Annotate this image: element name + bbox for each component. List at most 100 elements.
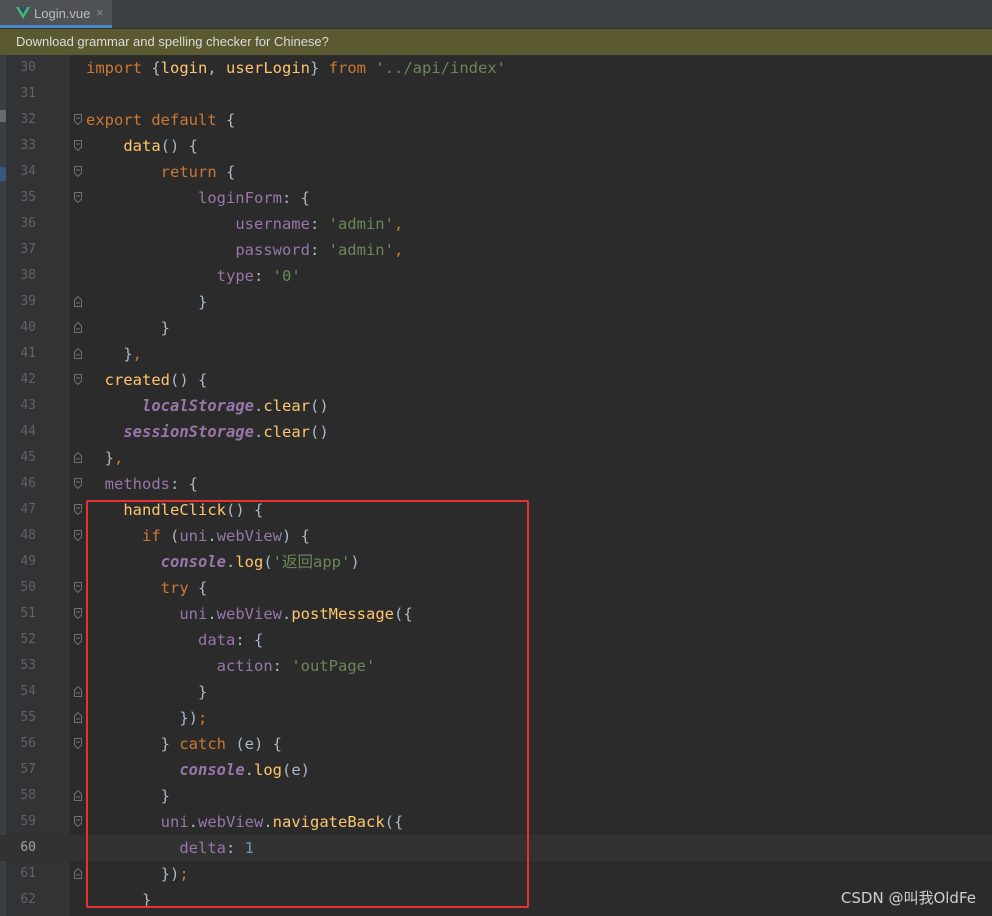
code-token: data [123,137,161,155]
line-number: 43 [20,398,36,413]
code-token: ; [197,709,208,727]
fold-open-icon[interactable] [74,166,82,177]
tab-login-vue[interactable]: Login.vue × [0,0,112,28]
fold-open-icon[interactable] [74,816,82,827]
code-line[interactable]: 51 uni.webView.postMessage({ [0,601,992,627]
code-token: } [86,891,152,909]
code-text: data: { [86,627,263,653]
line-number: 59 [20,814,36,829]
fold-open-icon[interactable] [74,608,82,619]
code-text: } catch (e) { [86,731,282,757]
code-token: username [235,215,310,233]
fold-open-icon[interactable] [74,738,82,749]
code-token: } [86,683,208,701]
code-text: } [86,315,170,341]
code-line[interactable]: 47 handleClick() { [0,497,992,523]
code-text: console.log(e) [86,757,310,783]
code-line[interactable]: 60 delta: 1 [0,835,992,861]
code-line[interactable]: 35 loginForm: { [0,185,992,211]
line-number: 51 [20,606,36,621]
code-line[interactable]: 34 return { [0,159,992,185]
code-line[interactable]: 39 } [0,289,992,315]
fold-close-icon[interactable] [74,296,82,307]
fold-close-icon[interactable] [74,712,82,723]
fold-close-icon[interactable] [74,452,82,463]
line-number: 33 [20,138,36,153]
code-line[interactable]: 48 if (uni.webView) { [0,523,992,549]
fold-open-icon[interactable] [74,634,82,645]
fold-open-icon[interactable] [74,114,82,125]
code-line[interactable]: 46 methods: { [0,471,992,497]
code-line[interactable]: 30 import {login, userLogin} from '../api… [0,55,992,81]
code-token: } [86,345,133,363]
code-token: webView [216,605,282,623]
code-line[interactable]: 50 try { [0,575,992,601]
fold-open-icon[interactable] [74,374,82,385]
fold-open-icon[interactable] [74,530,82,541]
code-token: return [160,163,226,181]
code-token: ({ [384,813,404,831]
code-line[interactable]: 57 console.log(e) [0,757,992,783]
code-token: { [225,111,236,129]
code-line[interactable]: 36 username: 'admin', [0,211,992,237]
code-line[interactable]: 42 created() { [0,367,992,393]
code-token: methods [104,475,170,493]
code-line[interactable]: 45 }, [0,445,992,471]
code-text: action: 'outPage' [86,653,376,679]
code-line[interactable]: 52 data: { [0,627,992,653]
notification-banner[interactable]: Download grammar and spelling checker fo… [0,29,992,55]
fold-close-icon[interactable] [74,322,82,333]
code-token: '返回app' [272,553,351,571]
code-line[interactable]: 37 password: 'admin', [0,237,992,263]
code-line[interactable]: 53 action: 'outPage' [0,653,992,679]
code-line[interactable]: 38 type: '0' [0,263,992,289]
close-icon[interactable]: × [96,5,104,20]
fold-open-icon[interactable] [74,192,82,203]
code-editor[interactable]: 30 import {login, userLogin} from '../api… [0,55,992,916]
code-token: : { [170,475,198,493]
fold-open-icon[interactable] [74,582,82,593]
code-line[interactable]: 40 } [0,315,992,341]
fold-close-icon[interactable] [74,868,82,879]
code-line[interactable]: 58 } [0,783,992,809]
code-line[interactable]: 32 export default { [0,107,992,133]
code-line[interactable]: 31 [0,81,992,107]
code-line[interactable]: 56 } catch (e) { [0,731,992,757]
code-token: webView [198,813,264,831]
fold-open-icon[interactable] [74,478,82,489]
line-number: 46 [20,476,36,491]
fold-close-icon[interactable] [74,348,82,359]
code-line[interactable]: 49 console.log('返回app') [0,549,992,575]
code-line[interactable]: 54 } [0,679,992,705]
code-token: ({ [394,605,413,623]
code-text: data() { [86,133,198,159]
code-token: : [309,215,329,233]
code-line[interactable]: 41 }, [0,341,992,367]
line-number: 62 [20,892,36,907]
code-text: if (uni.webView) { [86,523,310,549]
code-token: action [216,657,273,675]
fold-close-icon[interactable] [74,790,82,801]
fold-open-icon[interactable] [74,140,82,151]
code-text: delta: 1 [86,835,254,861]
code-line[interactable]: 59 uni.webView.navigateBack({ [0,809,992,835]
code-token: webView [216,527,283,545]
code-line[interactable]: 44 sessionStorage.clear() [0,419,992,445]
fold-open-icon[interactable] [74,504,82,515]
code-token: type [216,267,254,285]
code-line[interactable]: 43 localStorage.clear() [0,393,992,419]
code-token: . [188,813,198,831]
line-number: 54 [20,684,36,699]
code-token: () { [160,137,198,155]
code-line[interactable]: 55 }); [0,705,992,731]
code-token: , [132,345,143,363]
code-line[interactable]: 33 data() { [0,133,992,159]
fold-close-icon[interactable] [74,686,82,697]
banner-text: Download grammar and spelling checker fo… [16,34,329,49]
code-token: try [160,579,198,597]
code-line[interactable]: 61 }); [0,861,992,887]
code-token: . [282,605,292,623]
